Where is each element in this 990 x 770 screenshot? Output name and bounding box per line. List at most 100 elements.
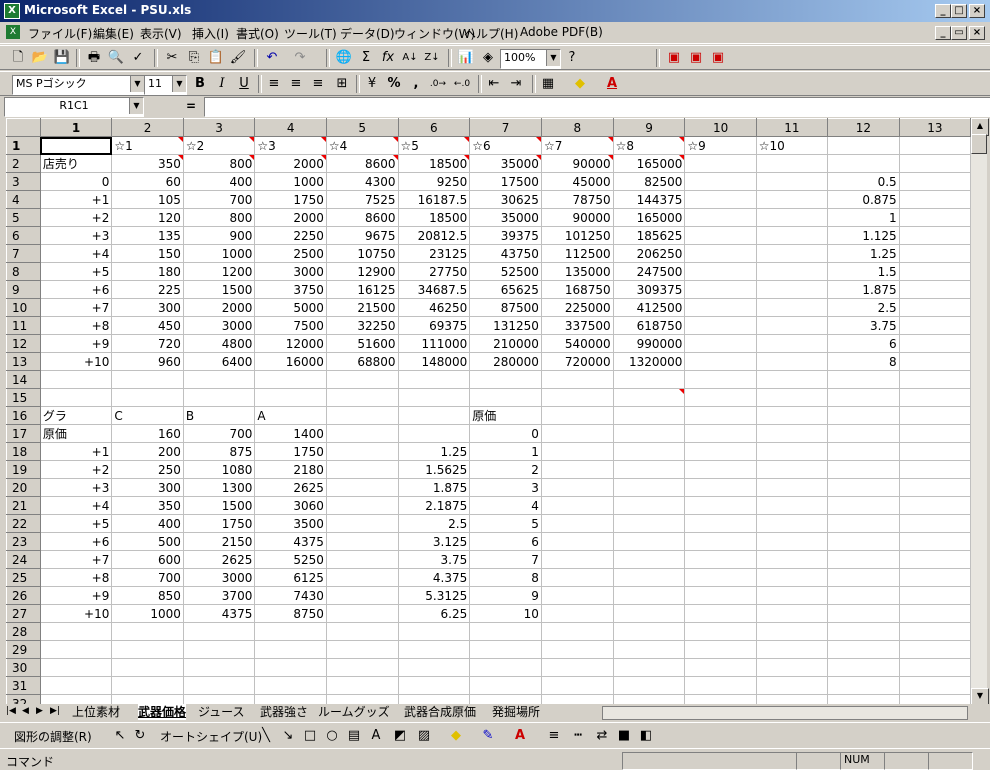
sheet-tab[interactable]: ジュース: [198, 704, 245, 720]
cell[interactable]: [684, 244, 757, 263]
cell[interactable]: [182, 388, 256, 407]
cell[interactable]: [898, 190, 971, 209]
cell[interactable]: 450: [111, 316, 184, 335]
cell[interactable]: +1: [39, 190, 113, 209]
cell[interactable]: [898, 676, 971, 695]
cell[interactable]: [612, 478, 686, 497]
sheet-tab[interactable]: 上位素材: [72, 704, 120, 720]
clipart-icon[interactable]: ◩: [390, 727, 410, 745]
cell[interactable]: [898, 514, 971, 533]
cell[interactable]: [898, 406, 971, 425]
cell[interactable]: 12900: [325, 262, 399, 281]
help-icon[interactable]: ?: [562, 49, 582, 67]
cell[interactable]: [540, 388, 614, 407]
cell[interactable]: [755, 262, 829, 281]
cell[interactable]: [755, 424, 829, 443]
cell[interactable]: [469, 640, 542, 659]
cell[interactable]: 300: [111, 298, 184, 317]
cell[interactable]: [684, 316, 757, 335]
cell[interactable]: 875: [182, 442, 256, 461]
cell[interactable]: [898, 460, 971, 479]
excel-app-icon[interactable]: X: [4, 3, 20, 19]
column-header[interactable]: 10: [684, 118, 757, 137]
cell[interactable]: 168750: [540, 280, 614, 299]
cell[interactable]: ☆10: [755, 136, 829, 155]
cell[interactable]: 6125: [254, 568, 327, 587]
row-header[interactable]: 17: [6, 424, 41, 443]
cell[interactable]: [827, 460, 900, 479]
cell[interactable]: +5: [39, 262, 113, 281]
cell[interactable]: 5: [469, 514, 542, 533]
cell[interactable]: 21500: [325, 298, 399, 317]
cell[interactable]: 5.3125: [397, 586, 471, 605]
cell[interactable]: 1.875: [397, 478, 471, 497]
cell[interactable]: [684, 406, 757, 425]
row-header[interactable]: 9: [6, 280, 41, 299]
doc-minimize-button[interactable]: _: [935, 26, 951, 40]
cell[interactable]: 1320000: [612, 352, 686, 371]
cell[interactable]: [540, 478, 614, 497]
row-header[interactable]: 32: [6, 694, 41, 704]
cell[interactable]: 87500: [469, 298, 542, 317]
cell[interactable]: [111, 694, 184, 704]
cell[interactable]: [755, 460, 829, 479]
cell[interactable]: [540, 496, 614, 515]
cell[interactable]: 3: [469, 478, 542, 497]
cell[interactable]: 7430: [254, 586, 327, 605]
row-header[interactable]: 27: [6, 604, 41, 623]
line-icon[interactable]: ╲: [256, 727, 276, 745]
cell[interactable]: [755, 406, 829, 425]
cell[interactable]: 700: [182, 424, 256, 443]
cell[interactable]: 225: [111, 280, 184, 299]
cell[interactable]: 35000: [469, 154, 542, 173]
align-left-icon[interactable]: ≡: [264, 75, 284, 93]
cell[interactable]: [898, 352, 971, 371]
menu-format[interactable]: 書式(O): [236, 25, 279, 42]
row-header[interactable]: 26: [6, 586, 41, 605]
percent-button[interactable]: %: [384, 75, 404, 93]
cell[interactable]: [684, 460, 757, 479]
cell[interactable]: 1.125: [827, 226, 900, 245]
cell[interactable]: [684, 226, 757, 245]
cell[interactable]: [325, 622, 399, 641]
cell[interactable]: 43750: [469, 244, 542, 263]
cell[interactable]: [898, 442, 971, 461]
cell[interactable]: [612, 442, 686, 461]
cell[interactable]: [325, 694, 399, 704]
cell[interactable]: 247500: [612, 262, 686, 281]
cell[interactable]: 6: [827, 334, 900, 353]
cell[interactable]: [254, 640, 327, 659]
cell[interactable]: [684, 478, 757, 497]
cell[interactable]: +9: [39, 586, 113, 605]
cell[interactable]: 800: [182, 208, 256, 227]
cell[interactable]: [755, 334, 829, 353]
cell[interactable]: [755, 190, 829, 209]
cell[interactable]: +4: [39, 496, 113, 515]
cell[interactable]: 7500: [254, 316, 327, 335]
cell[interactable]: [755, 586, 829, 605]
cell[interactable]: [827, 568, 900, 587]
prev-sheet-icon[interactable]: ◀: [22, 706, 29, 716]
row-header[interactable]: 7: [6, 244, 41, 263]
cell[interactable]: 2.5: [397, 514, 471, 533]
cell[interactable]: [540, 568, 614, 587]
cell[interactable]: [612, 604, 686, 623]
cell[interactable]: [469, 694, 542, 704]
cell[interactable]: [397, 658, 471, 677]
row-header[interactable]: 18: [6, 442, 41, 461]
cell[interactable]: [325, 604, 399, 623]
sort-ascending-icon[interactable]: A↓: [400, 49, 420, 67]
cell[interactable]: [39, 622, 113, 641]
cell[interactable]: [827, 478, 900, 497]
cell[interactable]: [182, 676, 256, 695]
cell[interactable]: +2: [39, 208, 113, 227]
cell[interactable]: [755, 604, 829, 623]
cell[interactable]: 68800: [325, 352, 399, 371]
cell[interactable]: [755, 154, 829, 173]
row-header[interactable]: 20: [6, 478, 41, 497]
cell[interactable]: [540, 406, 614, 425]
cell[interactable]: 225000: [540, 298, 614, 317]
cell[interactable]: 165000: [612, 208, 686, 227]
cell[interactable]: [684, 532, 757, 551]
workbook-icon[interactable]: X: [6, 25, 20, 39]
